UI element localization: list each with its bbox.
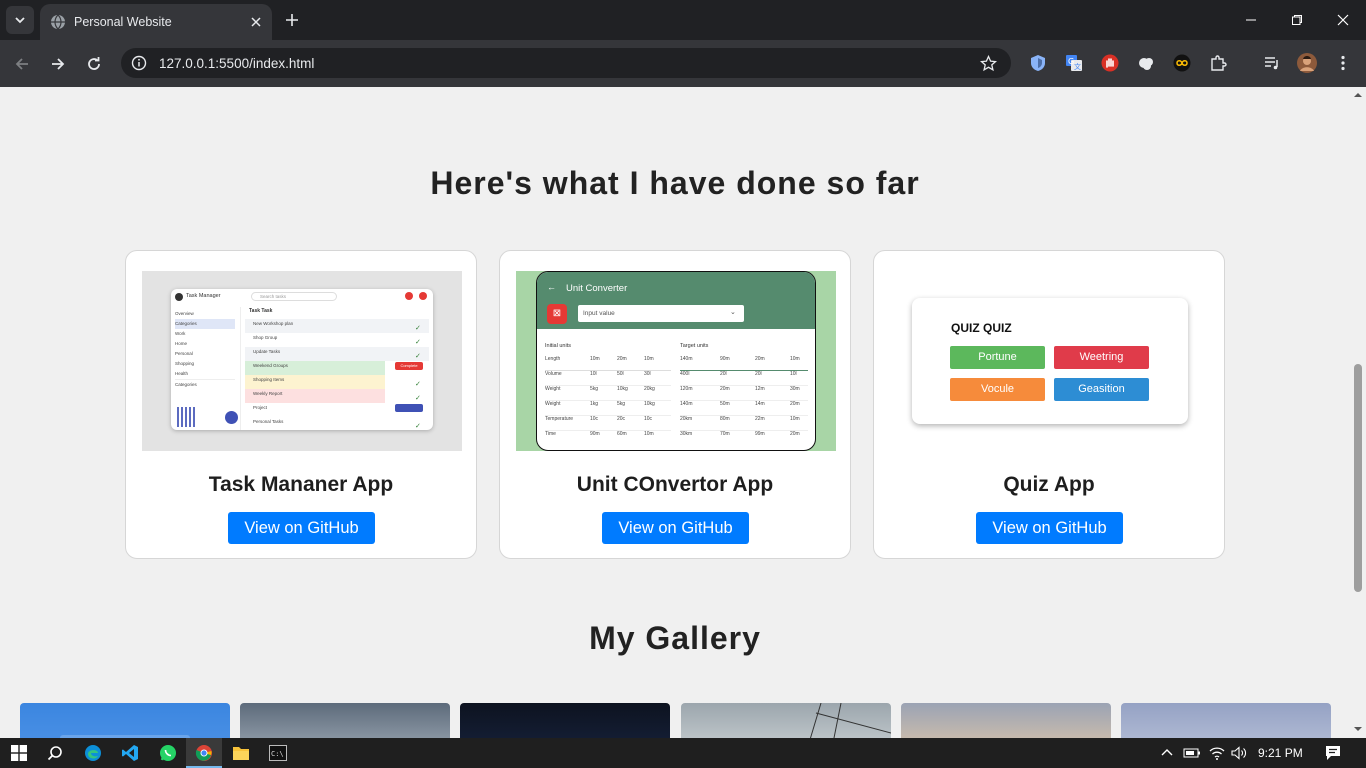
projects-heading: Here's what I have done so far — [430, 165, 920, 201]
unit-converter-screenshot: ← Unit Converter ⊠ Input value ⌄ Initial… — [516, 271, 836, 451]
file-explorer-icon[interactable] — [230, 742, 252, 764]
gallery-image[interactable] — [901, 703, 1111, 738]
media-control-icon[interactable] — [1261, 52, 1283, 74]
chevron-down-icon — [15, 17, 25, 24]
thumb-quiz-option: Vocule — [950, 378, 1045, 401]
view-on-github-button[interactable]: View on GitHub — [602, 512, 749, 544]
reload-button[interactable] — [82, 52, 106, 76]
thumb-sidebar: Overview Categories Work Home Personal S… — [175, 309, 235, 390]
thumb-unit-input: Input value — [578, 305, 744, 322]
arrow-left-icon — [15, 58, 28, 70]
address-bar[interactable]: 127.0.0.1:5500/index.html — [121, 48, 1011, 78]
chevron-up-icon[interactable] — [1156, 742, 1178, 764]
more-menu-icon[interactable] — [1332, 52, 1354, 74]
page-content: Here's what I have done so far Task Mana… — [0, 87, 1350, 738]
restore-button[interactable] — [1274, 0, 1320, 40]
thumb-left-table: Length 10m 20m 10m Volume 10l 50l 30l Weight 5k… — [545, 356, 671, 446]
hand-extension-icon[interactable] — [1099, 52, 1121, 74]
thumb-list-header: Task Task — [249, 308, 273, 314]
svg-text:C:\: C:\ — [271, 750, 284, 758]
infinity-extension-icon[interactable] — [1171, 52, 1193, 74]
back-button[interactable] — [10, 52, 34, 76]
reload-icon — [88, 57, 100, 70]
close-icon — [1337, 14, 1349, 26]
taskbar-clock[interactable]: 9:21 PM — [1258, 746, 1303, 760]
wifi-icon[interactable] — [1206, 742, 1228, 764]
project-card-unit-converter: ← Unit Converter ⊠ Input value ⌄ Initial… — [499, 250, 851, 559]
chrome-icon[interactable] — [193, 742, 215, 764]
restore-icon — [1292, 15, 1302, 25]
browser-tab-bar: Personal Website — [0, 0, 1366, 40]
whatsapp-icon[interactable] — [157, 742, 179, 764]
url-text: 127.0.0.1:5500/index.html — [159, 55, 315, 71]
thumb-quiz-option: Weetring — [1054, 346, 1149, 369]
task-manager-screenshot: Task Manager Search tasks Overview Categ… — [142, 271, 462, 451]
view-on-github-button[interactable]: View on GitHub — [976, 512, 1123, 544]
edge-browser-icon[interactable] — [82, 742, 104, 764]
scroll-down-arrow-icon[interactable] — [1353, 724, 1363, 734]
new-tab-button[interactable] — [282, 10, 302, 30]
translate-extension-icon[interactable]: G文 — [1063, 52, 1085, 74]
thumb-task-list: New Workshop plan Shop Group Update Task… — [245, 319, 429, 430]
terminal-icon[interactable]: C:\ — [267, 742, 289, 764]
close-window-button[interactable] — [1320, 0, 1366, 40]
cloud-extension-icon[interactable] — [1135, 52, 1157, 74]
search-icon[interactable] — [44, 742, 66, 764]
profile-avatar[interactable] — [1296, 52, 1318, 74]
thumb-right-table: 140m 90m 20m 10m 400l 20l 20l 10l 120m 20m 12m 30… — [680, 356, 808, 446]
windows-start-icon[interactable] — [8, 742, 30, 764]
close-tab-button[interactable] — [248, 14, 264, 30]
gallery-image[interactable] — [1121, 703, 1331, 738]
plus-icon — [286, 14, 298, 26]
windows-taskbar: C:\ 9:21 PM — [0, 738, 1366, 768]
view-on-github-button[interactable]: View on GitHub — [228, 512, 375, 544]
close-icon — [251, 17, 261, 27]
vscode-icon[interactable] — [119, 742, 141, 764]
project-name: Unit COnvertor App — [576, 473, 774, 496]
svg-text:文: 文 — [1074, 62, 1081, 71]
project-name: Quiz App — [1003, 473, 1095, 496]
battery-icon[interactable] — [1181, 742, 1203, 764]
gallery-image[interactable] — [460, 703, 670, 738]
thumb-search: Search tasks — [251, 292, 337, 301]
thumb-app-title: Task Manager — [186, 293, 221, 299]
extensions-puzzle-icon[interactable] — [1207, 52, 1229, 74]
scroll-up-arrow-icon[interactable] — [1353, 90, 1363, 100]
thumb-quiz-option: Geasition — [1054, 378, 1149, 401]
project-name: Task Mananer App — [208, 473, 394, 496]
tab-search-button[interactable] — [6, 6, 34, 34]
minimize-icon — [1246, 19, 1256, 21]
tab-title: Personal Website — [74, 15, 172, 29]
minimize-button[interactable] — [1228, 0, 1274, 40]
thumb-right-header: Target units — [680, 343, 709, 349]
globe-icon — [51, 14, 65, 30]
arrow-right-icon — [52, 58, 65, 70]
project-card-quiz: QUIZ QUIZ Portune Weetring Vocule Geasit… — [873, 250, 1225, 559]
scrollbar-thumb[interactable] — [1354, 364, 1362, 592]
info-icon[interactable] — [131, 55, 147, 71]
shield-extension-icon[interactable] — [1027, 52, 1049, 74]
browser-toolbar: 127.0.0.1:5500/index.html G文 — [0, 40, 1366, 87]
thumb-quiz-title: QUIZ QUIZ — [951, 321, 1012, 335]
project-card-task-manager: Task Manager Search tasks Overview Categ… — [125, 250, 477, 559]
page-scrollbar[interactable] — [1350, 87, 1366, 738]
forward-button[interactable] — [46, 52, 70, 76]
quiz-screenshot: QUIZ QUIZ Portune Weetring Vocule Geasit… — [890, 271, 1210, 451]
browser-tab[interactable]: Personal Website — [40, 4, 272, 40]
volume-icon[interactable] — [1228, 742, 1250, 764]
star-icon[interactable] — [980, 54, 997, 72]
notification-icon[interactable] — [1322, 742, 1344, 764]
gallery-heading: My Gallery — [589, 620, 761, 656]
thumb-quiz-option: Portune — [950, 346, 1045, 369]
gallery-image[interactable] — [240, 703, 450, 738]
thumb-left-header: Initial units — [545, 343, 571, 349]
gallery-image[interactable] — [20, 703, 230, 738]
thumb-unit-title: Unit Converter — [566, 283, 628, 294]
gallery-image[interactable] — [681, 703, 891, 738]
